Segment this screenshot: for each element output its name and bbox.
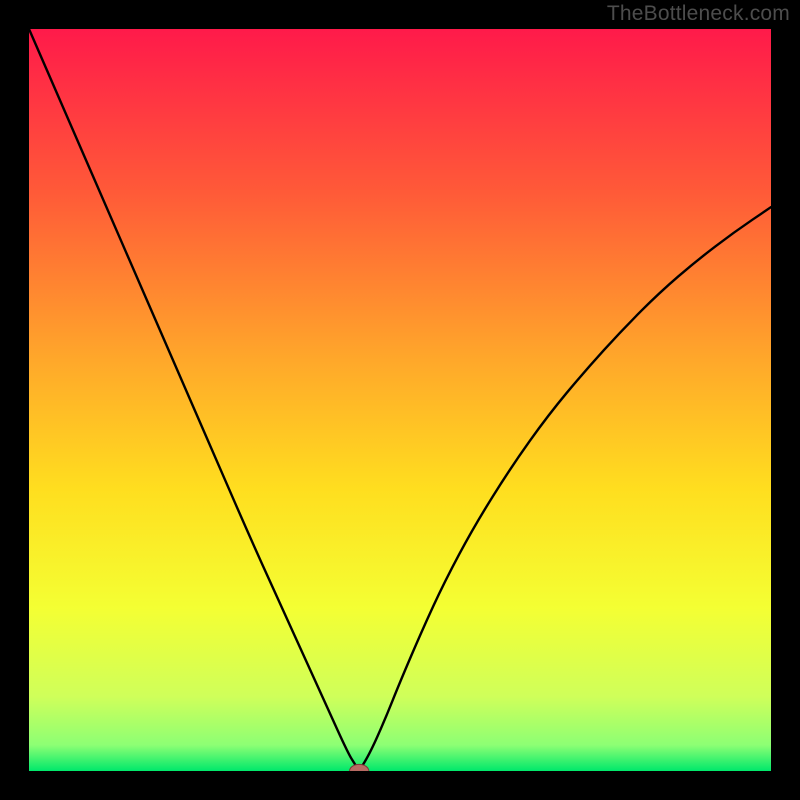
- bottleneck-chart: [29, 29, 771, 771]
- gradient-background: [29, 29, 771, 771]
- chart-frame: TheBottleneck.com: [0, 0, 800, 800]
- plot-area: [29, 29, 771, 771]
- attribution-text: TheBottleneck.com: [607, 2, 790, 26]
